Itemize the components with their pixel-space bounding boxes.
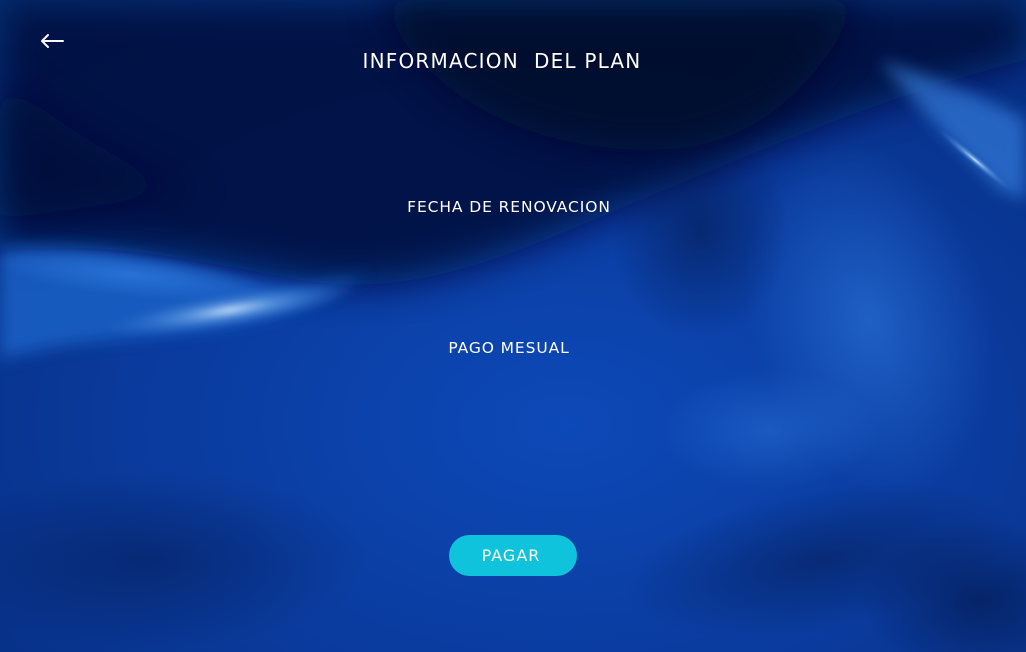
page-title: INFORMACION DEL PLAN: [362, 49, 642, 73]
renewal-date-label: FECHA DE RENOVACION: [407, 198, 611, 216]
arrow-left-icon: [41, 34, 64, 48]
monthly-payment-label: PAGO MESUAL: [448, 339, 570, 357]
pay-button[interactable]: PAGAR: [449, 535, 577, 576]
